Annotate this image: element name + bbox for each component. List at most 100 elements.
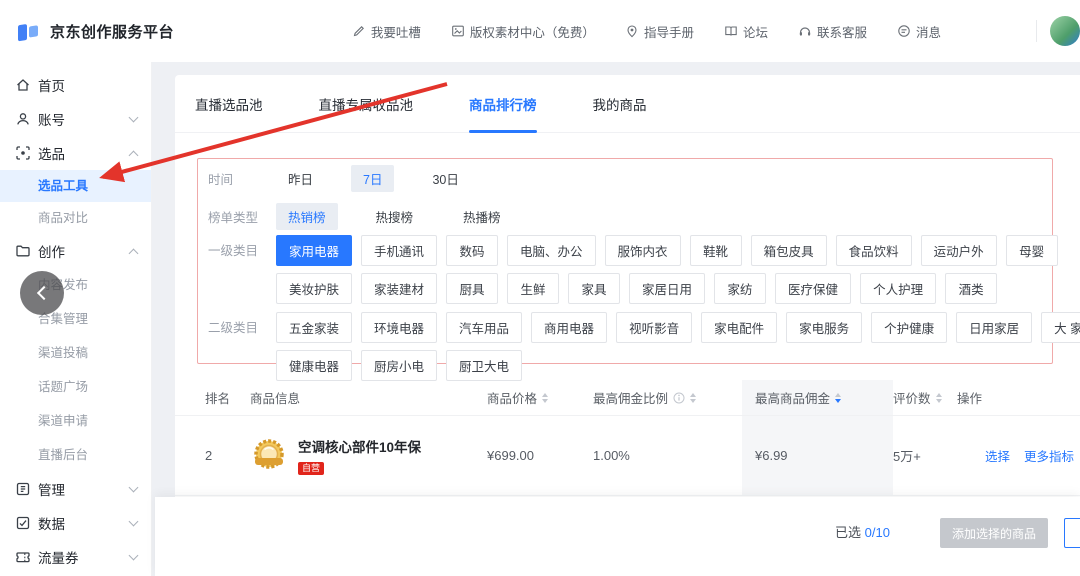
category-chip[interactable]: 母婴 xyxy=(1006,235,1058,266)
sidebar-subitem[interactable]: 渠道投稿 xyxy=(0,336,151,370)
rank-type-option[interactable]: 热搜榜 xyxy=(364,203,426,230)
row-action-link[interactable]: 更多指标 xyxy=(1024,446,1074,465)
tab[interactable]: 直播选品池 xyxy=(195,75,263,133)
sidebar-subitem[interactable]: 选品工具 xyxy=(0,170,151,202)
category-chip[interactable]: 家居日用 xyxy=(629,273,705,304)
sidebar-item-traffic-coupon[interactable]: 流量券 xyxy=(0,540,151,574)
sidebar-subitem[interactable]: 直播后台 xyxy=(0,438,151,472)
category-chip[interactable]: 家装建材 xyxy=(361,273,437,304)
tab-bar: 直播选品池直播专属收品池商品排行榜 我的商品 xyxy=(175,75,1080,133)
subcategory-chip[interactable]: 家电配件 xyxy=(701,312,777,343)
col-price-sort[interactable]: 商品价格 xyxy=(487,380,593,415)
footer-bar: 已选 0/10 添加选择的商品 查看 xyxy=(155,497,1080,576)
subcategory-chip[interactable]: 环境电器 xyxy=(361,312,437,343)
chevron-up-icon xyxy=(129,248,139,258)
tab[interactable]: 我的商品 xyxy=(593,75,647,133)
sort-icon xyxy=(690,393,696,403)
product-image[interactable] xyxy=(250,437,288,475)
chevron-left-icon xyxy=(37,286,51,300)
category-chip[interactable]: 服饰内衣 xyxy=(605,235,681,266)
pencil-icon xyxy=(352,24,366,38)
subcategory-chip[interactable]: 商用电器 xyxy=(531,312,607,343)
image-icon xyxy=(451,24,465,38)
col-reviews-sort[interactable]: 评价数 xyxy=(893,380,957,415)
row-action-link[interactable]: 选择 xyxy=(985,446,1010,465)
category-chip[interactable]: 箱包皮具 xyxy=(751,235,827,266)
sidebar-subitem[interactable]: 渠道申请 xyxy=(0,404,151,438)
view-button[interactable]: 查看 xyxy=(1064,518,1080,548)
subcategory-chip[interactable]: 五金家装 xyxy=(276,312,352,343)
category-chip[interactable]: 数码 xyxy=(446,235,498,266)
product-name[interactable]: 空调核心部件10年保 xyxy=(298,436,421,456)
tab[interactable]: 商品排行榜 xyxy=(469,75,537,133)
time-option[interactable]: 7日 xyxy=(351,165,394,192)
app-title: 京东创作服务平台 xyxy=(50,21,174,42)
top-header: 京东创作服务平台 我要吐槽 版权素材中心（免费） 指导手册 论坛 联系客服 消息 xyxy=(0,0,1080,62)
rank-type-option[interactable]: 热销榜 xyxy=(276,203,338,230)
category-chip[interactable]: 酒类 xyxy=(945,273,997,304)
time-filter-row: 时间 昨日7日30日 xyxy=(208,159,1052,197)
avatar[interactable] xyxy=(1050,16,1080,46)
sidebar-item-home[interactable]: 首页 xyxy=(0,68,151,102)
category-chip[interactable]: 个人护理 xyxy=(860,273,936,304)
category-chip[interactable]: 生鲜 xyxy=(507,273,559,304)
sidebar-item-selection[interactable]: 选品 xyxy=(0,136,151,170)
menu-forum[interactable]: 论坛 xyxy=(724,22,768,41)
category-chip[interactable]: 美妆护肤 xyxy=(276,273,352,304)
subcategory-chip[interactable]: 厨卫大电 xyxy=(446,350,522,381)
target-icon xyxy=(15,145,31,161)
filter-label: 二级类目 xyxy=(208,317,264,336)
category-chip[interactable]: 鞋靴 xyxy=(690,235,742,266)
sort-icon xyxy=(542,393,548,403)
chevron-down-icon xyxy=(129,516,139,526)
time-option[interactable]: 30日 xyxy=(420,165,470,192)
category-chip[interactable]: 医疗保健 xyxy=(775,273,851,304)
category-chip[interactable]: 家具 xyxy=(568,273,620,304)
col-max-commission-sort[interactable]: 最高商品佣金 xyxy=(742,380,893,415)
filter-label: 一级类目 xyxy=(208,240,264,259)
subcategory-chip[interactable]: 家电服务 xyxy=(786,312,862,343)
filter-panel: 时间 昨日7日30日 榜单类型 热销榜热搜榜热播榜 一级类目 家用电器手机通讯数… xyxy=(197,158,1053,364)
logo-icon xyxy=(14,17,42,45)
category-chip[interactable]: 家纺 xyxy=(714,273,766,304)
headset-icon xyxy=(798,24,812,38)
category-chip[interactable]: 电脑、办公 xyxy=(507,235,596,266)
subcategory-chip[interactable]: 厨房小电 xyxy=(361,350,437,381)
menu-customer-service[interactable]: 联系客服 xyxy=(798,22,867,41)
menu-guide[interactable]: 指导手册 xyxy=(625,22,694,41)
sidebar-item-creation[interactable]: 创作 xyxy=(0,234,151,268)
sort-icon xyxy=(936,393,942,403)
subcategory-chip[interactable]: 视听影音 xyxy=(616,312,692,343)
header-menu: 我要吐槽 版权素材中心（免费） 指导手册 论坛 联系客服 消息 xyxy=(352,22,941,41)
folder-icon xyxy=(15,243,31,259)
selected-label: 已选 xyxy=(835,525,861,540)
sidebar-subitem[interactable]: 合集管理 xyxy=(0,302,151,336)
subcategory-chip[interactable]: 日用家居 xyxy=(956,312,1032,343)
brand[interactable]: 京东创作服务平台 xyxy=(0,17,174,45)
sidebar-item-data[interactable]: 数据 xyxy=(0,506,151,540)
rank-type-option[interactable]: 热播榜 xyxy=(451,203,513,230)
sidebar-item-manage[interactable]: 管理 xyxy=(0,472,151,506)
subcategory-chip[interactable]: 个护健康 xyxy=(871,312,947,343)
category-chip[interactable]: 手机通讯 xyxy=(361,235,437,266)
subcategory-chip[interactable]: 汽车用品 xyxy=(446,312,522,343)
sidebar-collapse-button[interactable] xyxy=(20,271,64,315)
menu-feedback[interactable]: 我要吐槽 xyxy=(352,22,421,41)
sidebar-item-account[interactable]: 账号 xyxy=(0,102,151,136)
tab[interactable]: 直播专属收品池 xyxy=(319,75,414,133)
menu-copyright-center[interactable]: 版权素材中心（免费） xyxy=(451,22,595,41)
category-chip[interactable]: 运动户外 xyxy=(921,235,997,266)
category-chip[interactable]: 食品饮料 xyxy=(836,235,912,266)
document-icon xyxy=(15,481,31,497)
sidebar-subitem[interactable]: 话题广场 xyxy=(0,370,151,404)
subcategory-chip[interactable]: 大 家 电 xyxy=(1041,312,1080,343)
menu-label: 我要吐槽 xyxy=(371,22,421,41)
time-option[interactable]: 昨日 xyxy=(276,165,325,192)
sidebar-subitem[interactable]: 商品对比 xyxy=(0,202,151,234)
subcategory-chip[interactable]: 健康电器 xyxy=(276,350,352,381)
menu-messages[interactable]: 消息 xyxy=(897,22,941,41)
col-commission-ratio-sort[interactable]: 最高佣金比例 xyxy=(593,380,742,415)
category-chip[interactable]: 家用电器 xyxy=(276,235,352,266)
category-chip[interactable]: 厨具 xyxy=(446,273,498,304)
add-selected-products-button[interactable]: 添加选择的商品 xyxy=(940,518,1048,548)
